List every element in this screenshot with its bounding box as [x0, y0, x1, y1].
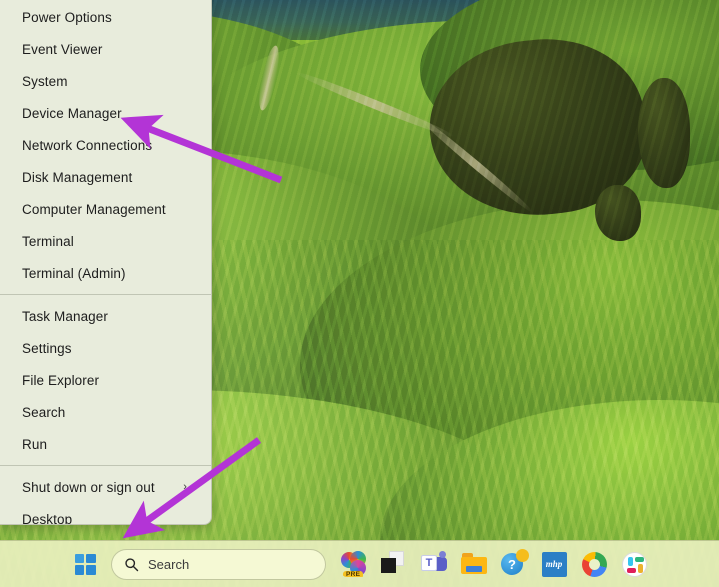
menu-item-label: Power Options	[22, 9, 112, 25]
menu-item-desktop[interactable]: Desktop	[0, 503, 211, 525]
taskbar-app-black-white-squares[interactable]	[374, 544, 414, 584]
menu-item-label: Task Manager	[22, 308, 108, 324]
menu-group-apps: Task Manager Settings File Explorer Sear…	[0, 300, 211, 460]
menu-item-terminal[interactable]: Terminal	[0, 225, 211, 257]
notification-dot-icon	[516, 549, 529, 562]
start-button[interactable]	[65, 544, 105, 584]
menu-item-label: Event Viewer	[22, 41, 103, 57]
menu-item-label: Computer Management	[22, 201, 166, 217]
desktop-screen: Power Options Event Viewer System Device…	[0, 0, 719, 587]
menu-separator	[0, 294, 211, 295]
menu-item-label: Desktop	[22, 511, 73, 525]
menu-item-power-options[interactable]: Power Options	[0, 1, 211, 33]
taskbar-app-google-chrome[interactable]	[574, 544, 614, 584]
menu-item-label: Shut down or sign out	[22, 479, 155, 495]
search-placeholder: Search	[148, 556, 190, 572]
teams-icon: T	[421, 551, 447, 577]
menu-item-event-viewer[interactable]: Event Viewer	[0, 33, 211, 65]
taskbar-app-microsoft-teams[interactable]: T	[414, 544, 454, 584]
taskbar-app-slack[interactable]	[614, 544, 654, 584]
menu-item-shut-down-or-sign-out[interactable]: Shut down or sign out ›	[0, 471, 211, 503]
menu-item-label: System	[22, 73, 68, 89]
taskbar-app-get-help[interactable]: ?	[494, 544, 534, 584]
menu-separator	[0, 465, 211, 466]
menu-item-network-connections[interactable]: Network Connections	[0, 129, 211, 161]
search-icon	[125, 557, 139, 571]
colorful-circles-pre-icon: PRE	[341, 551, 367, 577]
menu-item-device-manager[interactable]: Device Manager	[0, 97, 211, 129]
menu-item-search[interactable]: Search	[0, 396, 211, 428]
menu-item-settings[interactable]: Settings	[0, 332, 211, 364]
taskbar-items: Search PRE T ? mhp	[65, 544, 654, 584]
menu-item-computer-management[interactable]: Computer Management	[0, 193, 211, 225]
taskbar: Search PRE T ? mhp	[0, 540, 719, 587]
taskbar-app-file-explorer[interactable]	[454, 544, 494, 584]
search-input[interactable]: Search	[111, 548, 326, 580]
slack-icon	[621, 551, 647, 577]
menu-item-label: Settings	[22, 340, 72, 356]
menu-item-run[interactable]: Run	[0, 428, 211, 460]
winx-quick-link-menu[interactable]: Power Options Event Viewer System Device…	[0, 0, 212, 525]
chevron-right-icon: ›	[183, 480, 187, 493]
menu-item-disk-management[interactable]: Disk Management	[0, 161, 211, 193]
folder-icon	[461, 551, 487, 577]
menu-item-terminal-admin[interactable]: Terminal (Admin)	[0, 257, 211, 289]
menu-item-label: Terminal (Admin)	[22, 265, 126, 281]
menu-item-label: Terminal	[22, 233, 74, 249]
black-white-squares-icon	[381, 551, 407, 577]
mhp-icon: mhp	[541, 551, 567, 577]
menu-item-file-explorer[interactable]: File Explorer	[0, 364, 211, 396]
menu-item-label: File Explorer	[22, 372, 100, 388]
taskbar-app-prezi-pre[interactable]: PRE	[334, 544, 374, 584]
menu-item-label: Run	[22, 436, 48, 452]
menu-item-label: Search	[22, 404, 66, 420]
help-question-icon: ?	[501, 549, 529, 577]
menu-item-system[interactable]: System	[0, 65, 211, 97]
menu-item-label: Disk Management	[22, 169, 133, 185]
menu-item-label: Device Manager	[22, 105, 122, 121]
taskbar-app-mhp[interactable]: mhp	[534, 544, 574, 584]
menu-group-session: Shut down or sign out › Desktop	[0, 471, 211, 525]
teams-icon-letter: T	[421, 555, 437, 571]
pre-badge-label: PRE	[343, 570, 364, 577]
menu-group-system-tools: Power Options Event Viewer System Device…	[0, 1, 211, 289]
windows-logo-icon	[74, 553, 96, 575]
menu-item-label: Network Connections	[22, 137, 153, 153]
chrome-icon	[581, 551, 607, 577]
menu-item-task-manager[interactable]: Task Manager	[0, 300, 211, 332]
